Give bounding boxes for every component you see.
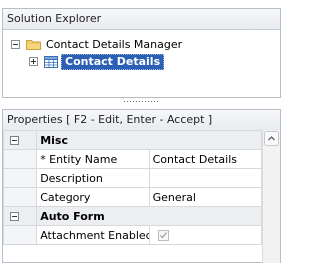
property-row[interactable]: Attachment Enabled <box>2 225 263 245</box>
property-value[interactable]: Contact Details <box>148 149 263 169</box>
panel-splitter[interactable] <box>0 98 285 109</box>
property-name: * Entity Name <box>36 149 150 169</box>
vertical-scrollbar[interactable] <box>262 130 280 263</box>
collapse-icon[interactable] <box>10 136 19 145</box>
property-row[interactable]: Category General <box>2 187 263 207</box>
collapse-icon[interactable] <box>11 40 20 49</box>
category-label: Auto Form <box>36 206 262 226</box>
solution-explorer-panel: Solution Explorer Contact Details Manage… <box>2 8 281 98</box>
tree-item-root[interactable]: Contact Details Manager <box>11 37 271 53</box>
property-value[interactable]: General <box>148 187 263 207</box>
property-grid: Misc * Entity Name Contact Details Descr… <box>2 130 263 245</box>
tree-item-contact-details-label: Contact Details <box>61 54 165 70</box>
attachment-enabled-checkbox[interactable] <box>157 230 169 241</box>
category-label: Misc <box>36 130 262 150</box>
property-row[interactable]: Description <box>2 168 263 188</box>
splitter-grip <box>124 101 158 102</box>
checkmark-icon <box>159 232 167 239</box>
property-name: Attachment Enabled <box>36 225 150 245</box>
category-row-auto-form[interactable]: Auto Form <box>2 206 262 226</box>
category-toggle[interactable] <box>2 206 38 226</box>
table-icon <box>44 56 58 68</box>
category-toggle[interactable] <box>2 130 38 150</box>
property-row[interactable]: * Entity Name Contact Details <box>2 149 263 169</box>
properties-panel: Properties [ F2 - Edit, Enter - Accept ]… <box>2 109 281 263</box>
chevron-up-icon <box>264 131 279 146</box>
tree-item-root-label: Contact Details Manager <box>46 38 183 51</box>
properties-title: Properties [ F2 - Edit, Enter - Accept ] <box>3 110 280 131</box>
expand-icon[interactable] <box>29 57 38 66</box>
scroll-up-button[interactable] <box>263 130 280 147</box>
tree-item-contact-details[interactable]: Contact Details <box>29 54 165 70</box>
collapse-icon[interactable] <box>10 212 19 221</box>
category-row-misc[interactable]: Misc <box>2 130 262 150</box>
property-value[interactable] <box>148 168 263 188</box>
folder-icon <box>26 40 41 50</box>
solution-explorer-title: Solution Explorer <box>3 9 280 30</box>
property-name: Category <box>36 187 150 207</box>
property-name: Description <box>36 168 150 188</box>
